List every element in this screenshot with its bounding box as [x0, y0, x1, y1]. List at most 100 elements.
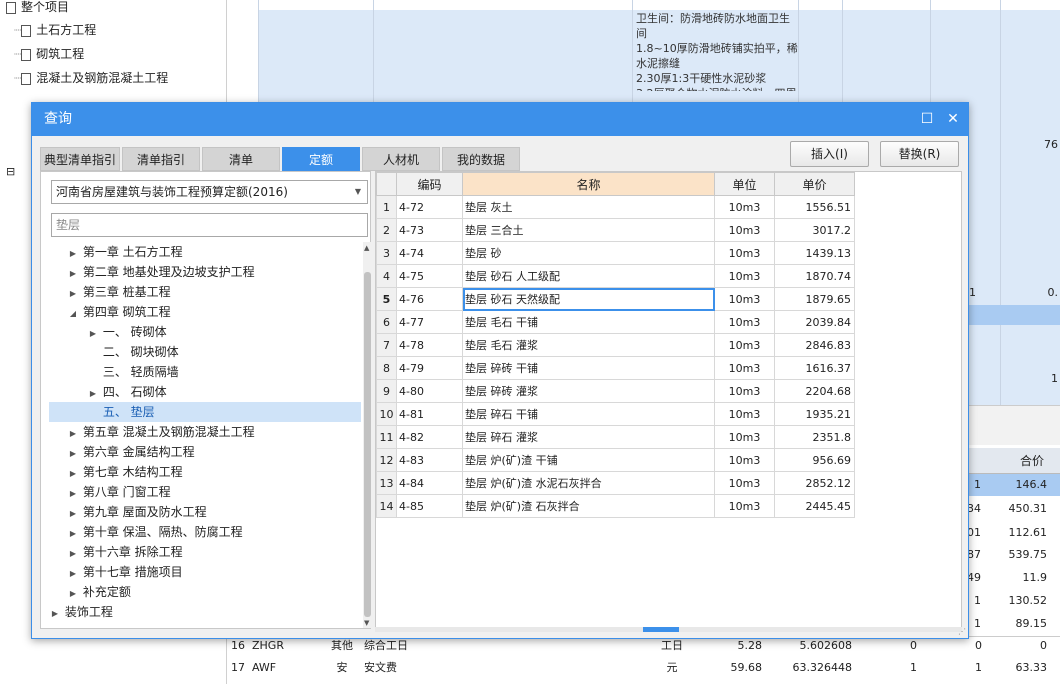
expand-arrow-icon[interactable]: ▶ — [67, 544, 79, 564]
tree-node-label[interactable]: 一、 砖砌体 — [103, 325, 167, 339]
expand-arrow-icon[interactable]: ▶ — [67, 424, 79, 444]
row-number[interactable]: 10 — [376, 402, 397, 426]
tree-node-label[interactable]: 第十章 保温、隔热、防腐工程 — [83, 525, 243, 539]
cell-price[interactable]: 2852.12 — [774, 471, 855, 495]
cell-code[interactable]: 4-85 — [396, 494, 463, 518]
cell-price[interactable]: 2204.68 — [774, 379, 855, 403]
table-scrollbar[interactable] — [375, 627, 962, 632]
cell-name[interactable]: 垫层 毛石 干铺 — [462, 310, 715, 334]
tab-list-guide[interactable]: 清单指引 — [122, 147, 200, 171]
cell-unit[interactable]: 10m3 — [714, 287, 775, 311]
cell-unit[interactable]: 10m3 — [714, 379, 775, 403]
project-node[interactable]: ┈ 土石方工程 — [14, 19, 96, 41]
expand-arrow-icon[interactable]: ▶ — [67, 464, 79, 484]
cell-unit[interactable]: 10m3 — [714, 356, 775, 380]
expand-arrow-icon[interactable]: ▶ — [67, 524, 79, 544]
table-row[interactable]: 7 4-78 垫层 毛石 灌浆 10m3 2846.83 — [376, 333, 855, 357]
tree-node-label[interactable]: 第十七章 措施项目 — [83, 565, 183, 579]
table-row[interactable]: 2 4-73 垫层 三合土 10m3 3017.2 — [376, 218, 855, 242]
table-row[interactable]: 14 4-85 垫层 炉(矿)渣 石灰拌合 10m3 2445.45 — [376, 494, 855, 518]
cell-name[interactable]: 垫层 砂 — [462, 241, 715, 265]
cell-price[interactable]: 956.69 — [774, 448, 855, 472]
cell-name[interactable]: 垫层 碎砖 干铺 — [462, 356, 715, 380]
expand-arrow-icon[interactable]: ▶ — [67, 484, 79, 504]
row-number[interactable]: 13 — [376, 471, 397, 495]
cell-code[interactable]: 4-82 — [396, 425, 463, 449]
cell-name[interactable]: 垫层 碎砖 灌浆 — [462, 379, 715, 403]
cell-name[interactable]: 垫层 炉(矿)渣 干铺 — [462, 448, 715, 472]
table-row[interactable]: 10 4-81 垫层 碎石 干铺 10m3 1935.21 — [376, 402, 855, 426]
tab-labor-material-machine[interactable]: 人材机 — [362, 147, 440, 171]
cell-price[interactable]: 2445.45 — [774, 494, 855, 518]
dialog-titlebar[interactable]: 查询 ☐ ✕ — [32, 103, 968, 136]
cell-name[interactable]: 垫层 碎石 灌浆 — [462, 425, 715, 449]
cell-code[interactable]: 4-80 — [396, 379, 463, 403]
tab-my-data[interactable]: 我的数据 — [442, 147, 520, 171]
insert-button[interactable]: 插入(I) — [790, 141, 869, 167]
scroll-up-icon[interactable]: ▲ — [364, 244, 369, 252]
cell-unit[interactable]: 10m3 — [714, 425, 775, 449]
cell-price[interactable]: 1556.51 — [774, 195, 855, 219]
column-header-price[interactable]: 单价 — [774, 172, 855, 196]
row-number[interactable]: 4 — [376, 264, 397, 288]
scrollbar-thumb[interactable] — [364, 272, 371, 617]
cell-code[interactable]: 4-74 — [396, 241, 463, 265]
row-number[interactable]: 9 — [376, 379, 397, 403]
expand-arrow-icon[interactable]: ▶ — [87, 324, 99, 344]
cell-unit[interactable]: 10m3 — [714, 310, 775, 334]
row-number[interactable]: 5 — [376, 287, 397, 311]
collapse-toggle-icon[interactable]: ⊟ — [6, 161, 15, 183]
cell-unit[interactable]: 10m3 — [714, 402, 775, 426]
row-number[interactable]: 11 — [376, 425, 397, 449]
cell-code[interactable]: 4-83 — [396, 448, 463, 472]
quota-library-select[interactable]: 河南省房屋建筑与装饰工程预算定额(2016) ▼ — [51, 180, 368, 204]
cell-price[interactable]: 1935.21 — [774, 402, 855, 426]
cell-unit[interactable]: 10m3 — [714, 264, 775, 288]
tree-node-label[interactable]: 第一章 土石方工程 — [83, 245, 183, 259]
row-number[interactable]: 3 — [376, 241, 397, 265]
table-row[interactable]: 4 4-75 垫层 砂石 人工级配 10m3 1870.74 — [376, 264, 855, 288]
tree-node-label[interactable]: 第八章 门窗工程 — [83, 485, 171, 499]
tree-node-label[interactable]: 第三章 桩基工程 — [83, 285, 171, 299]
tree-scrollbar[interactable]: ▲ ▼ — [363, 242, 372, 628]
tree-node-label[interactable]: 第九章 屋面及防水工程 — [83, 505, 207, 519]
row-number[interactable]: 8 — [376, 356, 397, 380]
cell-name[interactable]: 垫层 砂石 天然级配 — [462, 287, 715, 311]
table-row[interactable]: 3 4-74 垫层 砂 10m3 1439.13 — [376, 241, 855, 265]
row-number[interactable]: 1 — [376, 195, 397, 219]
cell-code[interactable]: 4-84 — [396, 471, 463, 495]
table-row[interactable]: 5 4-76 垫层 砂石 天然级配 10m3 1879.65 — [376, 287, 855, 311]
cell-code[interactable]: 4-81 — [396, 402, 463, 426]
column-header-name[interactable]: 名称 — [462, 172, 715, 196]
cell-code[interactable]: 4-73 — [396, 218, 463, 242]
replace-button[interactable]: 替换(R) — [880, 141, 959, 167]
cell-code[interactable]: 4-72 — [396, 195, 463, 219]
row-number[interactable]: 14 — [376, 494, 397, 518]
tab-quota[interactable]: 定额 — [282, 147, 360, 171]
maximize-icon[interactable]: ☐ — [914, 103, 940, 136]
tree-node-label[interactable]: 第四章 砌筑工程 — [83, 305, 171, 319]
cell-price[interactable]: 2039.84 — [774, 310, 855, 334]
cell-name[interactable]: 垫层 三合土 — [462, 218, 715, 242]
cell-price[interactable]: 2351.8 — [774, 425, 855, 449]
tree-node-label[interactable]: 四、 石砌体 — [103, 385, 167, 399]
cell-price[interactable]: 1879.65 — [774, 287, 855, 311]
table-row[interactable]: 12 4-83 垫层 炉(矿)渣 干铺 10m3 956.69 — [376, 448, 855, 472]
tree-node-label[interactable]: 补充定额 — [83, 585, 131, 599]
row-number[interactable]: 2 — [376, 218, 397, 242]
cell-unit[interactable]: 10m3 — [714, 471, 775, 495]
tree-node-selected[interactable]: 五、 垫层 — [49, 402, 361, 422]
project-node[interactable]: ┈ 混凝土及钢筋混凝土工程 — [14, 67, 168, 89]
resize-grip-icon[interactable]: ⋰ — [958, 627, 966, 636]
cell-name[interactable]: 垫层 毛石 灌浆 — [462, 333, 715, 357]
expand-arrow-icon[interactable]: ▶ — [67, 564, 79, 584]
table-row[interactable]: 9 4-80 垫层 碎砖 灌浆 10m3 2204.68 — [376, 379, 855, 403]
cell-code[interactable]: 4-76 — [396, 287, 463, 311]
cell-code[interactable]: 4-75 — [396, 264, 463, 288]
cell-price[interactable]: 2846.83 — [774, 333, 855, 357]
cell-code[interactable]: 4-77 — [396, 310, 463, 334]
cell-unit[interactable]: 10m3 — [714, 494, 775, 518]
scroll-down-icon[interactable]: ▼ — [364, 619, 369, 627]
cell-price[interactable]: 1870.74 — [774, 264, 855, 288]
cell-unit[interactable]: 10m3 — [714, 218, 775, 242]
